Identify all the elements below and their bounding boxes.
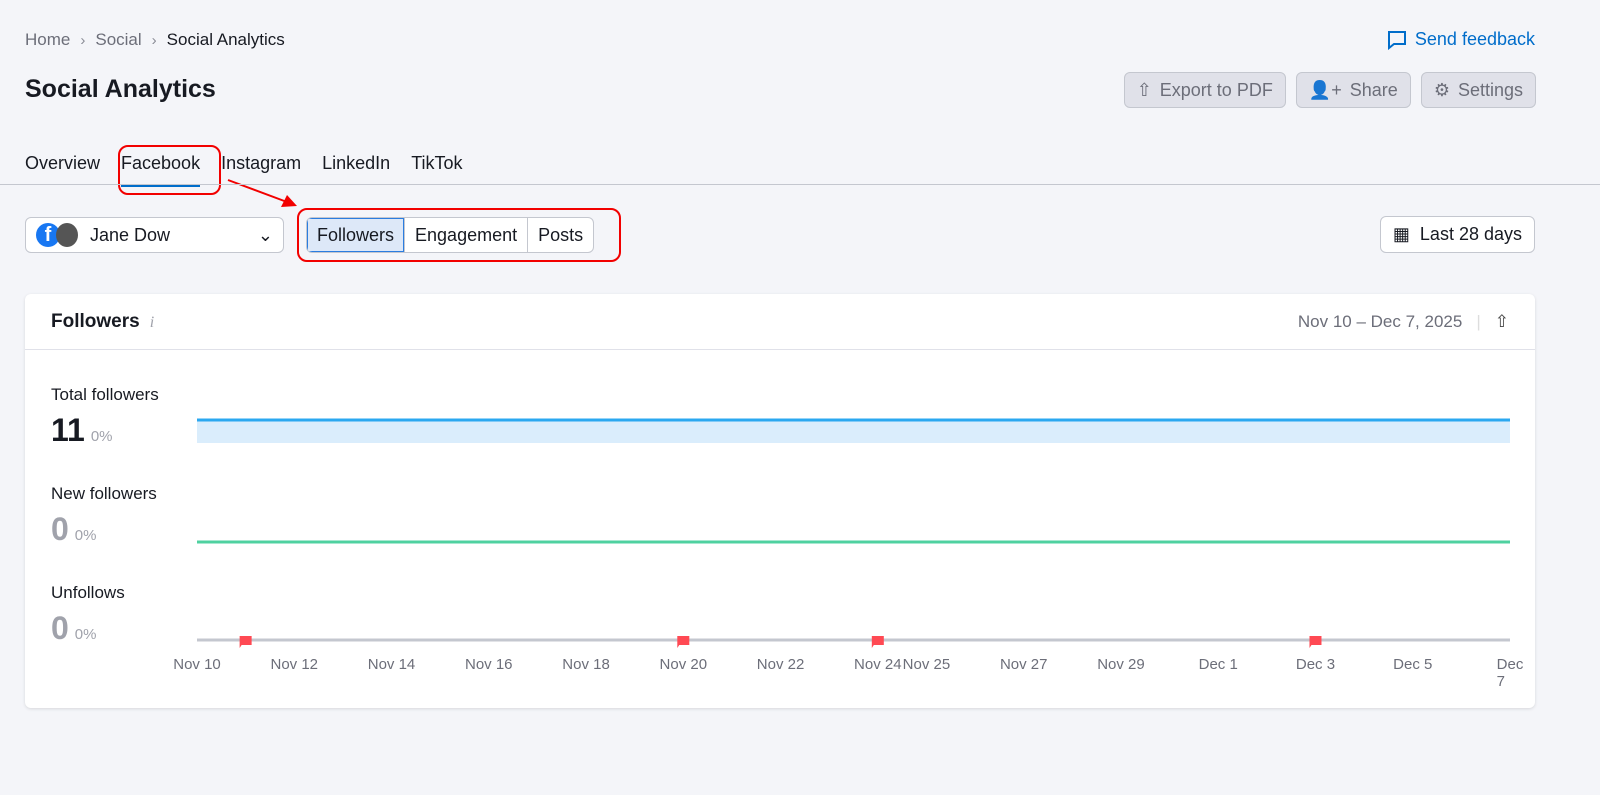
- total-followers-area: [197, 420, 1510, 443]
- profile-name: Jane Dow: [90, 224, 171, 245]
- x-tick-label: Nov 27: [999, 656, 1048, 673]
- avatar: [56, 223, 78, 247]
- gear-icon: ⚙: [1433, 79, 1450, 100]
- add-user-icon: 👤+: [1308, 79, 1342, 100]
- x-tick-label: Dec 1: [1198, 656, 1238, 673]
- x-tick-label: Nov 14: [367, 656, 416, 673]
- x-tick-label: Dec 5: [1393, 656, 1433, 673]
- chevron-down-icon: ⌄: [257, 224, 273, 245]
- annotation-arrow: [227, 179, 297, 207]
- segment-posts[interactable]: Posts: [527, 218, 593, 252]
- x-tick-label: Nov 22: [756, 656, 805, 673]
- date-range-button[interactable]: ▦ Last 28 days: [1379, 216, 1535, 253]
- x-tick-label: Nov 20: [659, 656, 708, 673]
- tab-linkedin[interactable]: LinkedIn: [322, 153, 390, 187]
- x-tick-label: Nov 24: [854, 656, 902, 673]
- x-tick-label: Nov 12: [270, 656, 319, 673]
- calendar-icon: ▦: [1392, 224, 1410, 244]
- segment-engagement[interactable]: Engagement: [404, 218, 527, 252]
- metric-segmented-control: Followers Engagement Posts: [306, 217, 595, 253]
- breadcrumb-home[interactable]: Home: [25, 30, 70, 50]
- feedback-icon: [1387, 30, 1406, 50]
- segment-followers[interactable]: Followers: [307, 218, 405, 252]
- x-tick-label: Nov 18: [562, 656, 610, 673]
- date-range-label: Last 28 days: [1419, 224, 1522, 244]
- export-label: Export to PDF: [1159, 79, 1273, 100]
- followers-card: Followers i Nov 10 – Dec 7, 2025 | ⇧ Total …: [25, 294, 1535, 708]
- followers-chart: [197, 418, 1510, 648]
- settings-button[interactable]: ⚙ Settings: [1420, 72, 1536, 108]
- tabs-divider: [0, 184, 1600, 185]
- highlight-box: [118, 145, 221, 195]
- chevron-right-icon: ›: [80, 31, 86, 49]
- x-tick-label: Nov 29: [1097, 656, 1145, 673]
- x-tick-label: Nov 10: [173, 656, 221, 673]
- tab-tiktok[interactable]: TikTok: [411, 153, 462, 187]
- x-tick-label: Dec 7: [1496, 656, 1524, 690]
- chevron-right-icon: ›: [151, 31, 157, 49]
- tab-overview[interactable]: Overview: [25, 153, 100, 187]
- post-marker[interactable]: [871, 636, 884, 648]
- send-feedback-link[interactable]: Send feedback: [1387, 29, 1535, 50]
- send-feedback-label: Send feedback: [1414, 29, 1535, 49]
- post-marker[interactable]: [677, 636, 690, 648]
- profile-select[interactable]: f Jane Dow ⌄: [25, 217, 284, 253]
- breadcrumb: Home › Social › Social Analytics: [25, 30, 285, 50]
- x-tick-label: Dec 3: [1295, 656, 1336, 673]
- x-tick-label: Nov 16: [465, 656, 513, 673]
- share-label: Share: [1349, 79, 1398, 100]
- export-pdf-button[interactable]: ⇧ Export to PDF: [1123, 72, 1286, 108]
- upload-icon: ⇧: [1136, 79, 1152, 100]
- settings-label: Settings: [1457, 79, 1523, 100]
- breadcrumb-social[interactable]: Social: [95, 30, 141, 50]
- post-marker[interactable]: [239, 636, 252, 648]
- share-button[interactable]: 👤+ Share: [1295, 72, 1411, 108]
- breadcrumb-current: Social Analytics: [166, 30, 285, 49]
- page-title: Social Analytics: [25, 75, 216, 103]
- post-marker[interactable]: [1309, 636, 1322, 648]
- x-tick-label: Nov 25: [902, 656, 951, 673]
